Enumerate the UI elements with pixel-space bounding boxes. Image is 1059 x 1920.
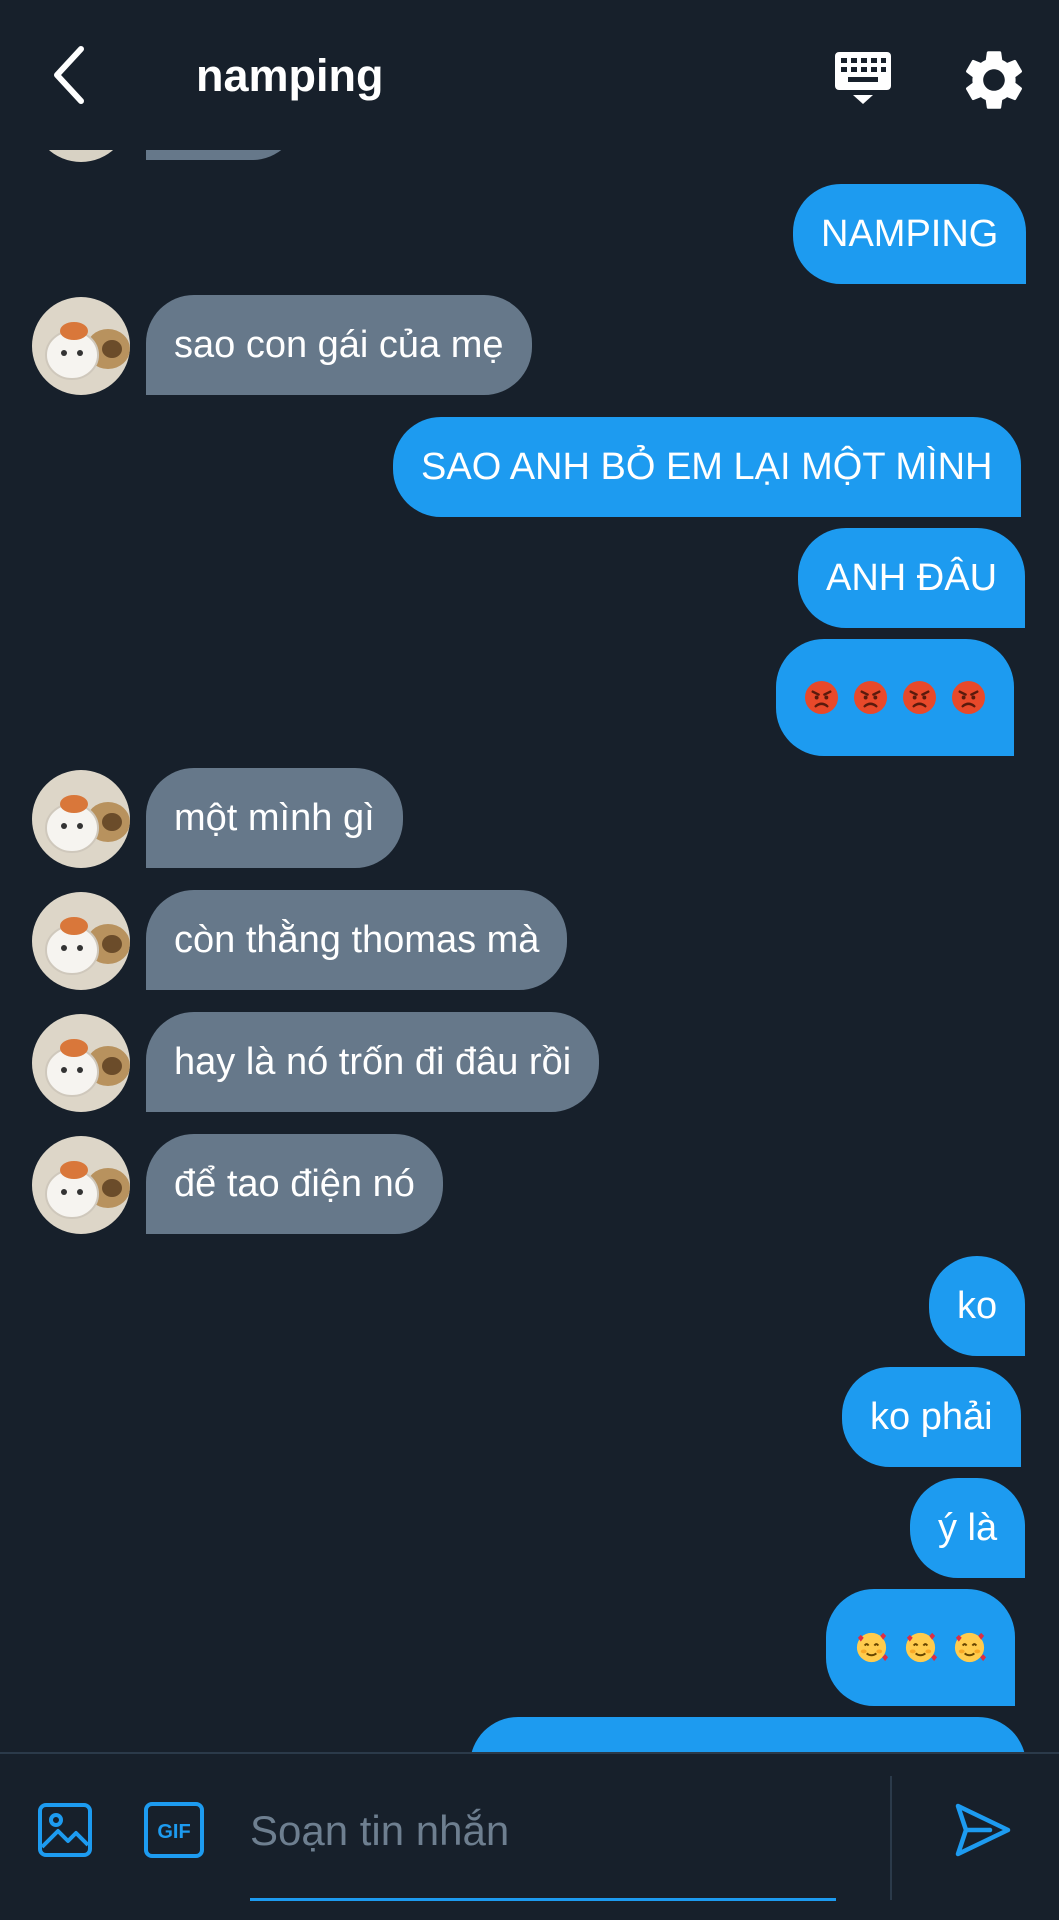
hamster-avatar-icon bbox=[32, 892, 130, 990]
angry-face-icon bbox=[853, 680, 888, 715]
message-bubble-incoming[interactable]: một mình gì bbox=[146, 768, 403, 868]
emoji-row bbox=[854, 1630, 987, 1665]
message-text: còn thằng thomas mà bbox=[174, 918, 540, 961]
avatar[interactable] bbox=[32, 297, 130, 395]
message-bubble-outgoing[interactable]: SAO ANH BỎ EM LẠI MỘT MÌNH bbox=[393, 417, 1021, 517]
add-gif-button[interactable]: GIF bbox=[143, 1801, 205, 1859]
message-composer: GIF bbox=[0, 1752, 1059, 1920]
gear-icon bbox=[965, 51, 1023, 109]
image-icon bbox=[38, 1803, 92, 1857]
avatar[interactable] bbox=[32, 892, 130, 990]
message-text: sao con gái của mẹ bbox=[174, 323, 504, 366]
angry-face-icon bbox=[951, 680, 986, 715]
smiling-face-with-hearts-icon bbox=[856, 1632, 889, 1663]
message-text: ko phải bbox=[870, 1395, 993, 1438]
dm-screen: NAMPING sao con gái của mẹ SAO ANH BỎ EM… bbox=[0, 0, 1059, 1920]
back-button[interactable] bbox=[34, 40, 104, 110]
message-bubble-incoming[interactable]: còn thằng thomas mà bbox=[146, 890, 568, 990]
keyboard-icon bbox=[835, 52, 891, 104]
message-bubble-outgoing[interactable] bbox=[776, 639, 1014, 756]
message-bubble-outgoing[interactable]: ý là bbox=[910, 1478, 1026, 1578]
message-bubble-outgoing[interactable]: ko bbox=[929, 1256, 1026, 1356]
avatar[interactable] bbox=[32, 1136, 130, 1234]
message-text: một mình gì bbox=[174, 796, 375, 839]
send-button[interactable] bbox=[950, 1798, 1014, 1862]
message-bubble-outgoing[interactable] bbox=[826, 1589, 1015, 1706]
conversation-settings-button[interactable] bbox=[958, 44, 1030, 116]
smiling-face-with-hearts-icon bbox=[954, 1632, 987, 1663]
message-bubble-incoming[interactable]: để tao điện nó bbox=[146, 1134, 443, 1234]
message-text: ý là bbox=[938, 1506, 998, 1549]
add-image-button[interactable] bbox=[36, 1801, 94, 1859]
message-bubble-outgoing[interactable]: NAMPING bbox=[793, 184, 1027, 284]
hamster-avatar-icon bbox=[32, 770, 130, 868]
conversation-title[interactable]: namping bbox=[196, 46, 384, 106]
input-underline bbox=[250, 1898, 836, 1901]
keyboard-shortcuts-button[interactable] bbox=[830, 44, 896, 110]
message-bubble-outgoing[interactable]: ko phải bbox=[842, 1367, 1021, 1467]
message-bubble-outgoing[interactable]: ANH ĐÂU bbox=[798, 528, 1026, 628]
emoji-row bbox=[804, 680, 986, 715]
hamster-avatar-icon bbox=[32, 1136, 130, 1234]
composer-divider bbox=[890, 1776, 892, 1900]
gif-icon: GIF bbox=[144, 1802, 204, 1858]
angry-face-icon bbox=[902, 680, 937, 715]
gif-label: GIF bbox=[157, 1821, 190, 1843]
hamster-avatar-icon bbox=[32, 1014, 130, 1112]
chat-header: namping bbox=[0, 0, 1059, 150]
message-text: ANH ĐÂU bbox=[826, 556, 998, 599]
avatar[interactable] bbox=[32, 1014, 130, 1112]
smiling-face-with-hearts-icon bbox=[905, 1632, 938, 1663]
avatar[interactable] bbox=[32, 770, 130, 868]
message-input[interactable] bbox=[250, 1792, 836, 1870]
angry-face-icon bbox=[804, 680, 839, 715]
message-text: NAMPING bbox=[821, 212, 999, 255]
message-text: để tao điện nó bbox=[174, 1162, 415, 1205]
hamster-avatar-icon bbox=[32, 297, 130, 395]
message-bubble-incoming[interactable]: hay là nó trốn đi đâu rồi bbox=[146, 1012, 600, 1112]
message-text: hay là nó trốn đi đâu rồi bbox=[174, 1040, 572, 1083]
send-icon bbox=[955, 1803, 1011, 1857]
message-list[interactable]: NAMPING sao con gái của mẹ SAO ANH BỎ EM… bbox=[0, 0, 1059, 1752]
message-text: ko bbox=[957, 1284, 998, 1327]
message-text: SAO ANH BỎ EM LẠI MỘT MÌNH bbox=[421, 445, 993, 488]
chevron-left-icon bbox=[54, 46, 84, 104]
message-bubble-partial[interactable] bbox=[470, 1717, 1026, 1752]
message-bubble-incoming[interactable]: sao con gái của mẹ bbox=[146, 295, 532, 395]
